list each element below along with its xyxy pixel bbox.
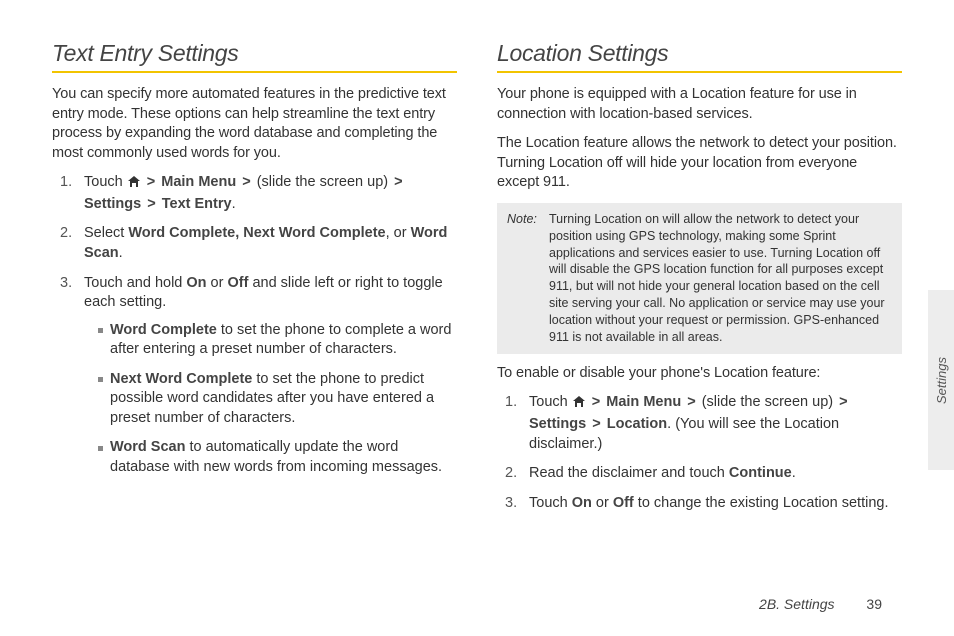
right-column: Location Settings Your phone is equipped… [497,40,902,523]
chevron: > [240,174,252,190]
left-bullets: Word Complete to set the phone to comple… [84,321,457,478]
text: Touch and hold [84,275,186,291]
label: Word Scan [110,439,185,455]
left-intro: You can specify more automated features … [52,85,457,163]
home-icon [572,395,586,415]
label: Next Word Complete [110,371,252,387]
text: (slide the screen up) [698,394,837,410]
right-intro-1: Your phone is equipped with a Location f… [497,85,902,124]
bullet-next-word-complete: Next Word Complete to set the phone to p… [98,370,457,429]
text: . [119,245,123,261]
right-title: Location Settings [497,40,902,67]
home-icon [127,175,141,195]
bullet-word-complete: Word Complete to set the phone to comple… [98,321,457,360]
text: , or [386,225,411,241]
text: Select [84,225,128,241]
text: (slide the screen up) [253,174,392,190]
chevron: > [837,394,849,410]
main-menu-label: Main Menu [606,394,681,410]
text: Touch [529,495,572,511]
right-step-1: Touch > Main Menu > (slide the screen up… [519,393,902,454]
left-step-2: Select Word Complete, Next Word Complete… [74,224,457,263]
note-label: Note: [507,211,549,346]
enable-text: To enable or disable your phone's Locati… [497,364,902,384]
options-label: Word Complete, Next Word Complete [128,225,385,241]
note-box: Note: Turning Location on will allow the… [497,203,902,354]
left-step-1: Touch > Main Menu > (slide the screen up… [74,173,457,214]
right-steps: Touch > Main Menu > (slide the screen up… [497,393,902,513]
text: Touch [84,174,127,190]
chevron: > [590,394,602,410]
side-tab: Settings [928,290,954,470]
footer-section: 2B. Settings [759,596,835,612]
chevron: > [145,174,157,190]
right-intro-2: The Location feature allows the network … [497,134,902,193]
location-label: Location [607,416,667,432]
chevron: > [392,174,404,190]
settings-label: Settings [529,416,586,432]
text: or [592,495,613,511]
main-menu-label: Main Menu [161,174,236,190]
chevron: > [685,394,697,410]
bullet-word-scan: Word Scan to automatically update the wo… [98,438,457,477]
settings-label: Settings [84,196,141,212]
label: Word Complete [110,322,217,338]
chevron: > [590,416,602,432]
right-step-3: Touch On or Off to change the existing L… [519,494,902,514]
left-title: Text Entry Settings [52,40,457,67]
text: or [207,275,228,291]
chevron: > [145,196,157,212]
off-label: Off [227,275,248,291]
title-rule [52,71,457,73]
right-step-2: Read the disclaimer and touch Continue. [519,464,902,484]
on-label: On [572,495,592,511]
side-tab-label: Settings [934,357,949,404]
left-steps: Touch > Main Menu > (slide the screen up… [52,173,457,477]
text: . [792,465,796,481]
page-footer: 2B. Settings 39 [759,596,882,612]
text: Touch [529,394,572,410]
text: . [232,196,236,212]
text: to change the existing Location setting. [634,495,889,511]
on-label: On [186,275,206,291]
left-step-3: Touch and hold On or Off and slide left … [74,274,457,478]
title-rule [497,71,902,73]
left-column: Text Entry Settings You can specify more… [52,40,457,523]
off-label: Off [613,495,634,511]
note-text: Turning Location on will allow the netwo… [549,211,892,346]
text-entry-label: Text Entry [162,196,232,212]
continue-label: Continue [729,465,792,481]
text: Read the disclaimer and touch [529,465,729,481]
page-number: 39 [866,596,882,612]
